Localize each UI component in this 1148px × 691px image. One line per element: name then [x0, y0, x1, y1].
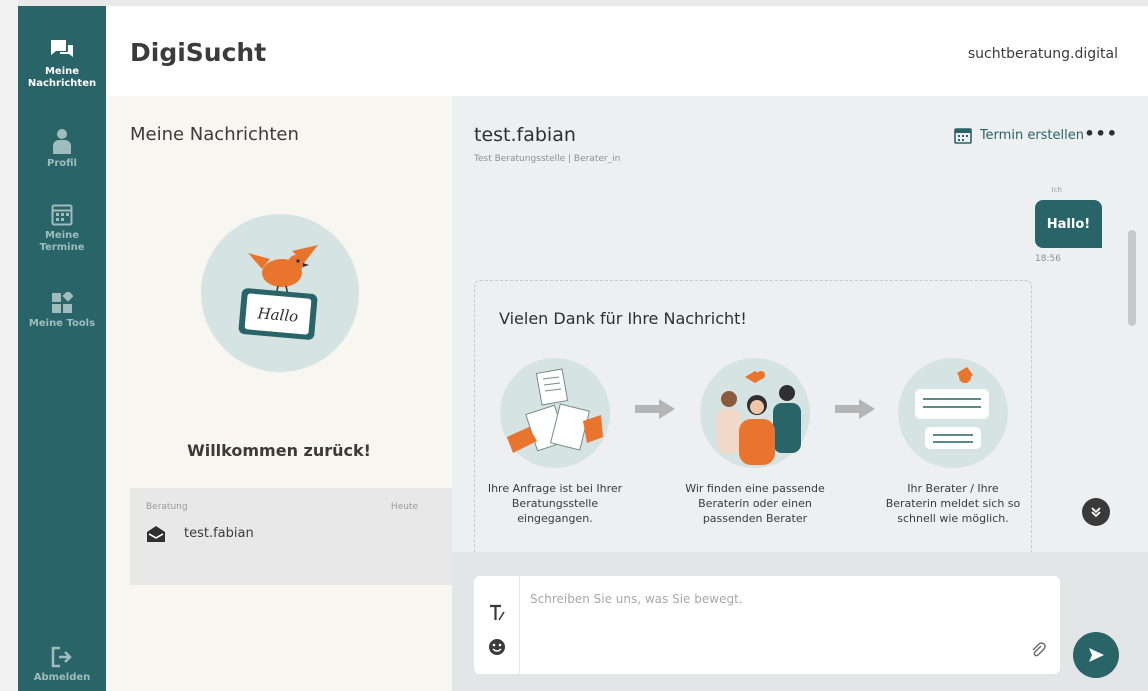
nav-label-line2: Termine [39, 242, 85, 253]
arrow-right-icon [835, 399, 875, 419]
create-appointment-label: Termin erstellen [979, 127, 1084, 143]
nav-item-tools[interactable]: Meine Tools [18, 292, 106, 330]
top-header: DigiSucht suchtberatung.digital [106, 6, 1148, 96]
domain-label: suchtberatung.digital [967, 46, 1118, 62]
scroll-to-bottom-button[interactable] [1082, 498, 1110, 526]
nav-label-line1: Profil [47, 158, 77, 169]
session-list-item[interactable]: Beratung Heute test.fabian [130, 488, 452, 585]
welcome-text: Willkommen zurück! [187, 441, 371, 460]
step-counselors-illustration [700, 358, 810, 468]
message-input[interactable]: Schreiben Sie uns, was Sie bewegt. [530, 592, 743, 606]
nav-label-line2: Nachrichten [27, 78, 97, 89]
attachment-icon[interactable] [1030, 642, 1046, 658]
chat-bubbles-icon [51, 40, 73, 57]
double-chevron-down-icon [1091, 507, 1101, 518]
chat-panel: test.fabian Test Beratungsstelle | Berat… [452, 96, 1148, 691]
create-appointment-button[interactable]: Termin erstellen [954, 126, 1084, 144]
sender-label: Ich [1051, 186, 1062, 194]
info-card-title: Vielen Dank für Ihre Nachricht! [499, 309, 747, 328]
nav-label-line1: Meine [44, 66, 80, 77]
emoji-icon[interactable] [488, 638, 506, 656]
brand-logo: DigiSucht [130, 38, 267, 67]
envelope-open-icon [147, 526, 165, 542]
nav-item-profile[interactable]: Profil [18, 128, 106, 170]
step-message-illustration [898, 358, 1008, 468]
step-2-text: Wir finden eine passende Beraterin oder … [685, 482, 825, 525]
step-3-text: Ihr Berater / Ihre Beraterin meldet sich… [885, 482, 1021, 525]
welcome-illustration: Hallo [201, 214, 359, 372]
calendar-icon [51, 204, 73, 226]
message-text: Hallo! [1046, 216, 1091, 232]
message-time: 18:56 [1035, 254, 1061, 264]
list-title: Meine Nachrichten [130, 124, 299, 145]
window-edge [0, 0, 18, 691]
illustration-hallo-text: Hallo [256, 304, 299, 326]
person-icon [53, 129, 71, 154]
session-category: Beratung [146, 502, 188, 512]
calendar-add-icon [954, 128, 972, 144]
more-options-button[interactable]: ••• [1084, 124, 1118, 143]
nav-item-appointments[interactable]: Meine Termine [18, 202, 106, 254]
nav-item-messages[interactable]: Meine Nachrichten [18, 38, 106, 90]
message-list-panel: Meine Nachrichten Hallo Willkommen zurüc… [106, 96, 452, 691]
step-1-text: Ihre Anfrage ist bei Ihrer Beratungsstel… [487, 482, 623, 525]
send-arrow-icon [1089, 648, 1104, 662]
send-button[interactable] [1073, 632, 1119, 678]
message-composer: Schreiben Sie uns, was Sie bewegt. [474, 576, 1060, 674]
logout-icon [51, 646, 72, 668]
logout-label: Abmelden [33, 672, 91, 683]
chat-scrollbar[interactable] [1128, 230, 1136, 326]
text-format-icon[interactable] [488, 604, 506, 622]
composer-tools [474, 576, 520, 674]
session-name: test.fabian [184, 526, 254, 541]
message-bubble: Hallo! [1035, 200, 1102, 248]
step-documents-illustration [500, 358, 610, 468]
nav-label-line1: Meine Tools [28, 318, 96, 329]
arrow-right-icon [635, 399, 675, 419]
chat-partner-subtitle: Test Beratungsstelle | Berater_in [474, 154, 621, 164]
app-window: Meine Nachrichten Profil Meine Termine M… [0, 0, 1148, 691]
info-card: Vielen Dank für Ihre Nachricht! Ihre Anf… [474, 280, 1032, 552]
tools-grid-icon [52, 292, 73, 313]
logout-button[interactable]: Abmelden [18, 646, 106, 684]
chat-partner-name: test.fabian [474, 124, 576, 146]
nav-label-line1: Meine [44, 230, 80, 241]
sidebar: Meine Nachrichten Profil Meine Termine M… [18, 6, 106, 691]
session-date: Heute [390, 502, 418, 512]
